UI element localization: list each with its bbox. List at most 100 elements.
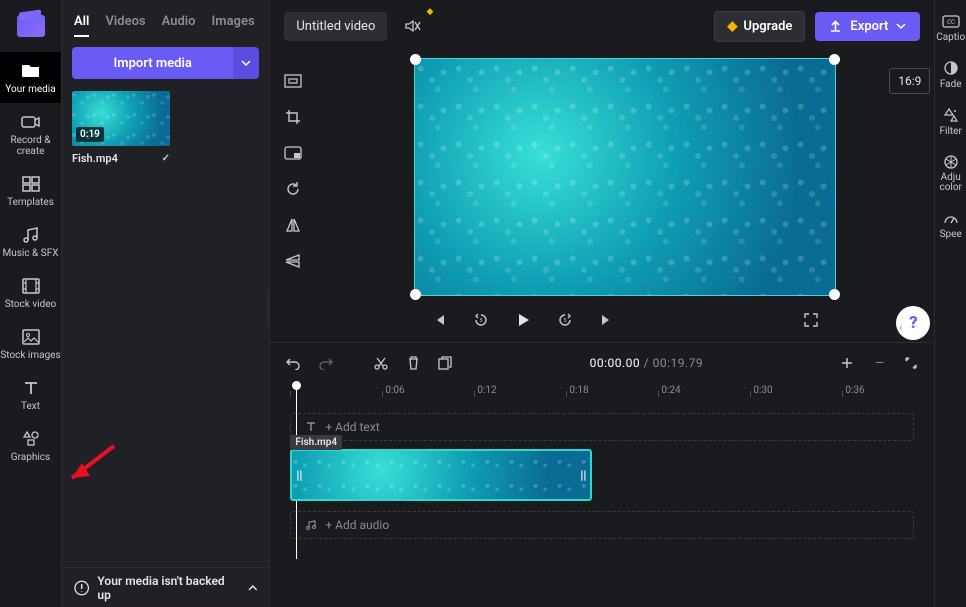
svg-text:CC: CC [947, 19, 955, 26]
filters-icon [941, 106, 961, 124]
media-filename: Fish.mp4 [72, 152, 118, 165]
resize-handle-bl[interactable] [410, 289, 421, 300]
preview-area: 5 5 16:9 ? ‹ [270, 52, 934, 342]
camera-icon [20, 113, 42, 131]
svg-text:5: 5 [480, 318, 483, 324]
templates-icon [20, 175, 42, 193]
adjust-icon [941, 153, 961, 171]
tab-all[interactable]: All [74, 14, 89, 37]
rr-adjust-colors[interactable]: Adju color [935, 153, 966, 193]
redo-button[interactable] [316, 354, 334, 372]
skip-end-button[interactable] [597, 310, 617, 330]
rr-filters[interactable]: Filter [940, 106, 962, 137]
rail-record-create[interactable]: Record & create [0, 103, 61, 165]
rail-stock-video[interactable]: Stock video [0, 267, 61, 318]
warning-icon [74, 580, 89, 596]
play-button[interactable] [513, 310, 533, 330]
timeline-time-display: 00:00.00 / 00:19.79 [468, 356, 824, 370]
rail-templates[interactable]: Templates [0, 165, 61, 216]
chevron-up-icon [248, 585, 258, 591]
resize-handle-tl[interactable] [410, 54, 421, 65]
text-track-placeholder[interactable]: + Add text [290, 413, 914, 441]
pip-tool[interactable] [279, 140, 307, 166]
flip-horizontal-tool[interactable] [279, 212, 307, 238]
clip-label: Fish.mp4 [290, 435, 342, 450]
split-button[interactable] [372, 354, 390, 372]
upload-icon [829, 20, 842, 33]
canvas-tools [270, 52, 316, 342]
tab-audio[interactable]: Audio [162, 14, 196, 37]
check-icon: ✓ [162, 153, 170, 164]
rr-fade[interactable]: Fade [940, 59, 962, 90]
resize-handle-br[interactable] [829, 289, 840, 300]
media-duration-badge: 0:19 [76, 127, 104, 142]
audio-track-placeholder[interactable]: + Add audio [290, 511, 914, 539]
rail-your-media[interactable]: Your media [0, 52, 61, 103]
text-icon [20, 379, 42, 397]
zoom-slider-button[interactable]: — [870, 354, 888, 372]
rail-text[interactable]: Text [0, 369, 61, 420]
duplicate-button[interactable] [436, 354, 454, 372]
zoom-add-button[interactable] [838, 354, 856, 372]
rail-stock-images[interactable]: Stock images [0, 318, 61, 369]
topbar: Untitled video ◆ ◆Upgrade Export [270, 0, 934, 52]
chevron-down-icon [896, 23, 906, 29]
video-clip[interactable]: || || [290, 449, 592, 501]
speed-icon [941, 209, 961, 227]
skip-start-button[interactable] [429, 310, 449, 330]
media-tabs: All Videos Audio Images [62, 0, 269, 47]
main-area: Untitled video ◆ ◆Upgrade Export [270, 0, 934, 607]
shapes-icon [20, 430, 42, 448]
fit-tool[interactable] [279, 68, 307, 94]
right-collapse-arrow[interactable]: ‹ [899, 321, 902, 334]
app-logo[interactable] [0, 0, 62, 52]
tab-videos[interactable]: Videos [105, 14, 145, 37]
fade-icon [941, 59, 961, 77]
undo-button[interactable] [284, 354, 302, 372]
clip-trim-right[interactable]: || [576, 451, 590, 499]
aspect-ratio-button[interactable]: 16:9 [889, 68, 930, 94]
import-dropdown-button[interactable] [233, 47, 259, 79]
film-icon [20, 277, 42, 295]
rotate-tool[interactable] [279, 176, 307, 202]
project-title[interactable]: Untitled video [284, 12, 387, 41]
image-icon [20, 328, 42, 346]
flip-vertical-tool[interactable] [279, 248, 307, 274]
right-rail: CC Captio Fade Filter Adju color Spee [934, 0, 966, 607]
import-media-button[interactable]: Import media [72, 47, 233, 79]
rr-speed[interactable]: Spee [940, 209, 962, 240]
playback-controls: 5 5 [429, 310, 821, 330]
audio-toggle-button[interactable] [397, 11, 427, 41]
video-track[interactable]: Fish.mp4 || || [290, 449, 934, 503]
timeline: 00:00.00 / 00:19.79 — 0:06 0:12 0:18 0:2… [270, 342, 934, 607]
timeline-ruler[interactable]: 0:06 0:12 0:18 0:24 0:30 0:36 [270, 383, 934, 405]
music-icon [20, 226, 42, 244]
rewind-button[interactable]: 5 [471, 310, 491, 330]
text-track-icon [305, 421, 317, 433]
delete-button[interactable] [404, 354, 422, 372]
svg-text:5: 5 [564, 318, 567, 324]
upgrade-button[interactable]: ◆Upgrade [714, 11, 805, 42]
preview-canvas[interactable] [414, 58, 836, 296]
rail-music-sfx[interactable]: Music & SFX [0, 216, 61, 267]
zoom-fit-button[interactable] [902, 354, 920, 372]
audio-track-icon [305, 519, 317, 531]
fullscreen-button[interactable] [801, 310, 821, 330]
export-button[interactable]: Export [815, 12, 920, 41]
forward-button[interactable]: 5 [555, 310, 575, 330]
left-rail: Your media Record & create Templates Mus… [0, 0, 62, 607]
media-thumb[interactable]: 0:19 Fish.mp4 ✓ [72, 91, 170, 165]
media-thumbnail-image: 0:19 [72, 91, 170, 146]
backup-notice[interactable]: Your media isn't backed up [62, 567, 269, 607]
captions-icon: CC [941, 12, 961, 30]
folder-icon [20, 62, 42, 80]
crop-tool[interactable] [279, 104, 307, 130]
media-panel: All Videos Audio Images Import media 0:1… [62, 0, 270, 607]
premium-diamond-icon: ◆ [426, 7, 433, 17]
diamond-icon: ◆ [727, 19, 737, 34]
rr-captions[interactable]: CC Captio [936, 12, 965, 43]
resize-handle-tr[interactable] [829, 54, 840, 65]
clip-trim-left[interactable]: || [292, 451, 306, 499]
rail-graphics[interactable]: Graphics [0, 420, 61, 471]
tab-images[interactable]: Images [212, 14, 255, 37]
